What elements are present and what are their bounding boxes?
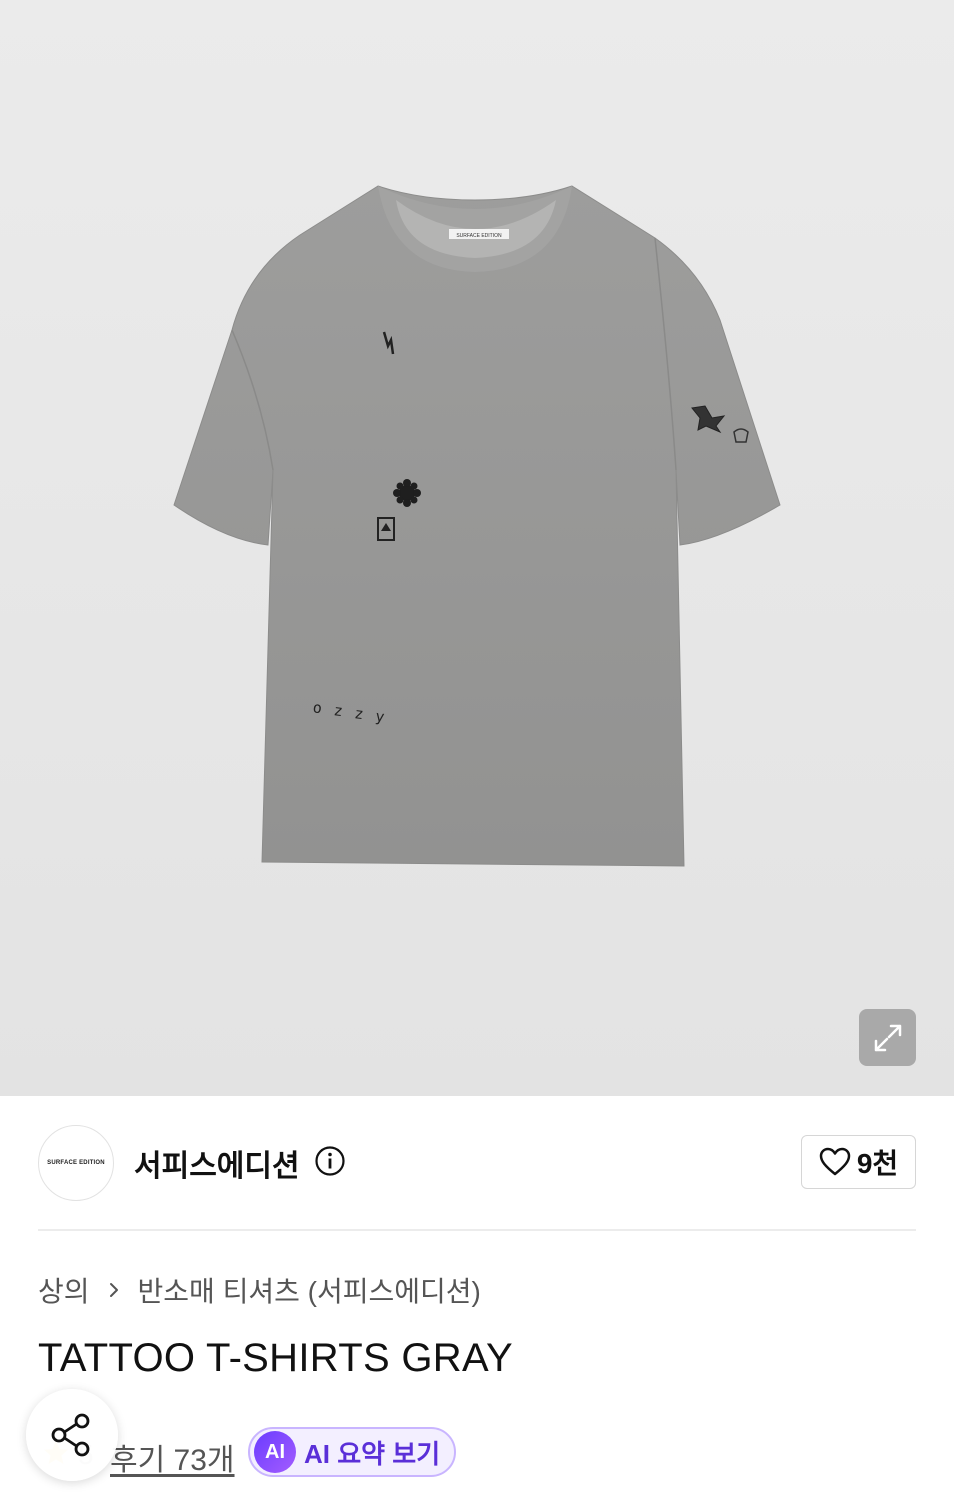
like-count: 9천 — [856, 1148, 899, 1179]
divider — [38, 1229, 916, 1231]
breadcrumb-category[interactable]: 상의 — [38, 1270, 90, 1310]
breadcrumb: 상의 반소매 티셔츠 (서피스에디션) — [38, 1270, 481, 1310]
brand-logo[interactable]: SURFACE EDITION — [38, 1125, 114, 1201]
chevron-right-icon — [109, 1283, 118, 1297]
product-title: TATTOO T-SHIRTS GRAY — [38, 1336, 513, 1380]
brand-name-link[interactable]: 서피스에디션 — [134, 1141, 300, 1185]
info-icon[interactable] — [314, 1145, 346, 1177]
share-icon — [51, 1413, 90, 1457]
expand-image-button[interactable] — [859, 1009, 916, 1066]
like-button[interactable]: 9천 — [801, 1135, 916, 1189]
brand-logo-text: SURFACE EDITION — [47, 1160, 105, 1166]
expand-icon — [874, 1024, 901, 1051]
breadcrumb-subcategory[interactable]: 반소매 티셔츠 (서피스에디션) — [138, 1270, 481, 1310]
product-image-area[interactable]: SURFACE EDITION ozzy — [0, 0, 954, 1096]
share-button[interactable] — [26, 1389, 118, 1481]
review-count-link[interactable]: 후기 73개 — [110, 1435, 235, 1479]
svg-text:SURFACE EDITION: SURFACE EDITION — [456, 233, 502, 239]
product-photo-tshirt: SURFACE EDITION ozzy — [173, 185, 781, 867]
ai-badge-icon: AI — [254, 1431, 296, 1473]
ai-summary-label: AI 요약 보기 — [304, 1438, 441, 1469]
heart-icon — [819, 1147, 851, 1176]
brand-row: SURFACE EDITION 서피스에디션 9천 — [38, 1125, 916, 1201]
ai-summary-button[interactable]: AI AI 요약 보기 — [248, 1427, 457, 1477]
